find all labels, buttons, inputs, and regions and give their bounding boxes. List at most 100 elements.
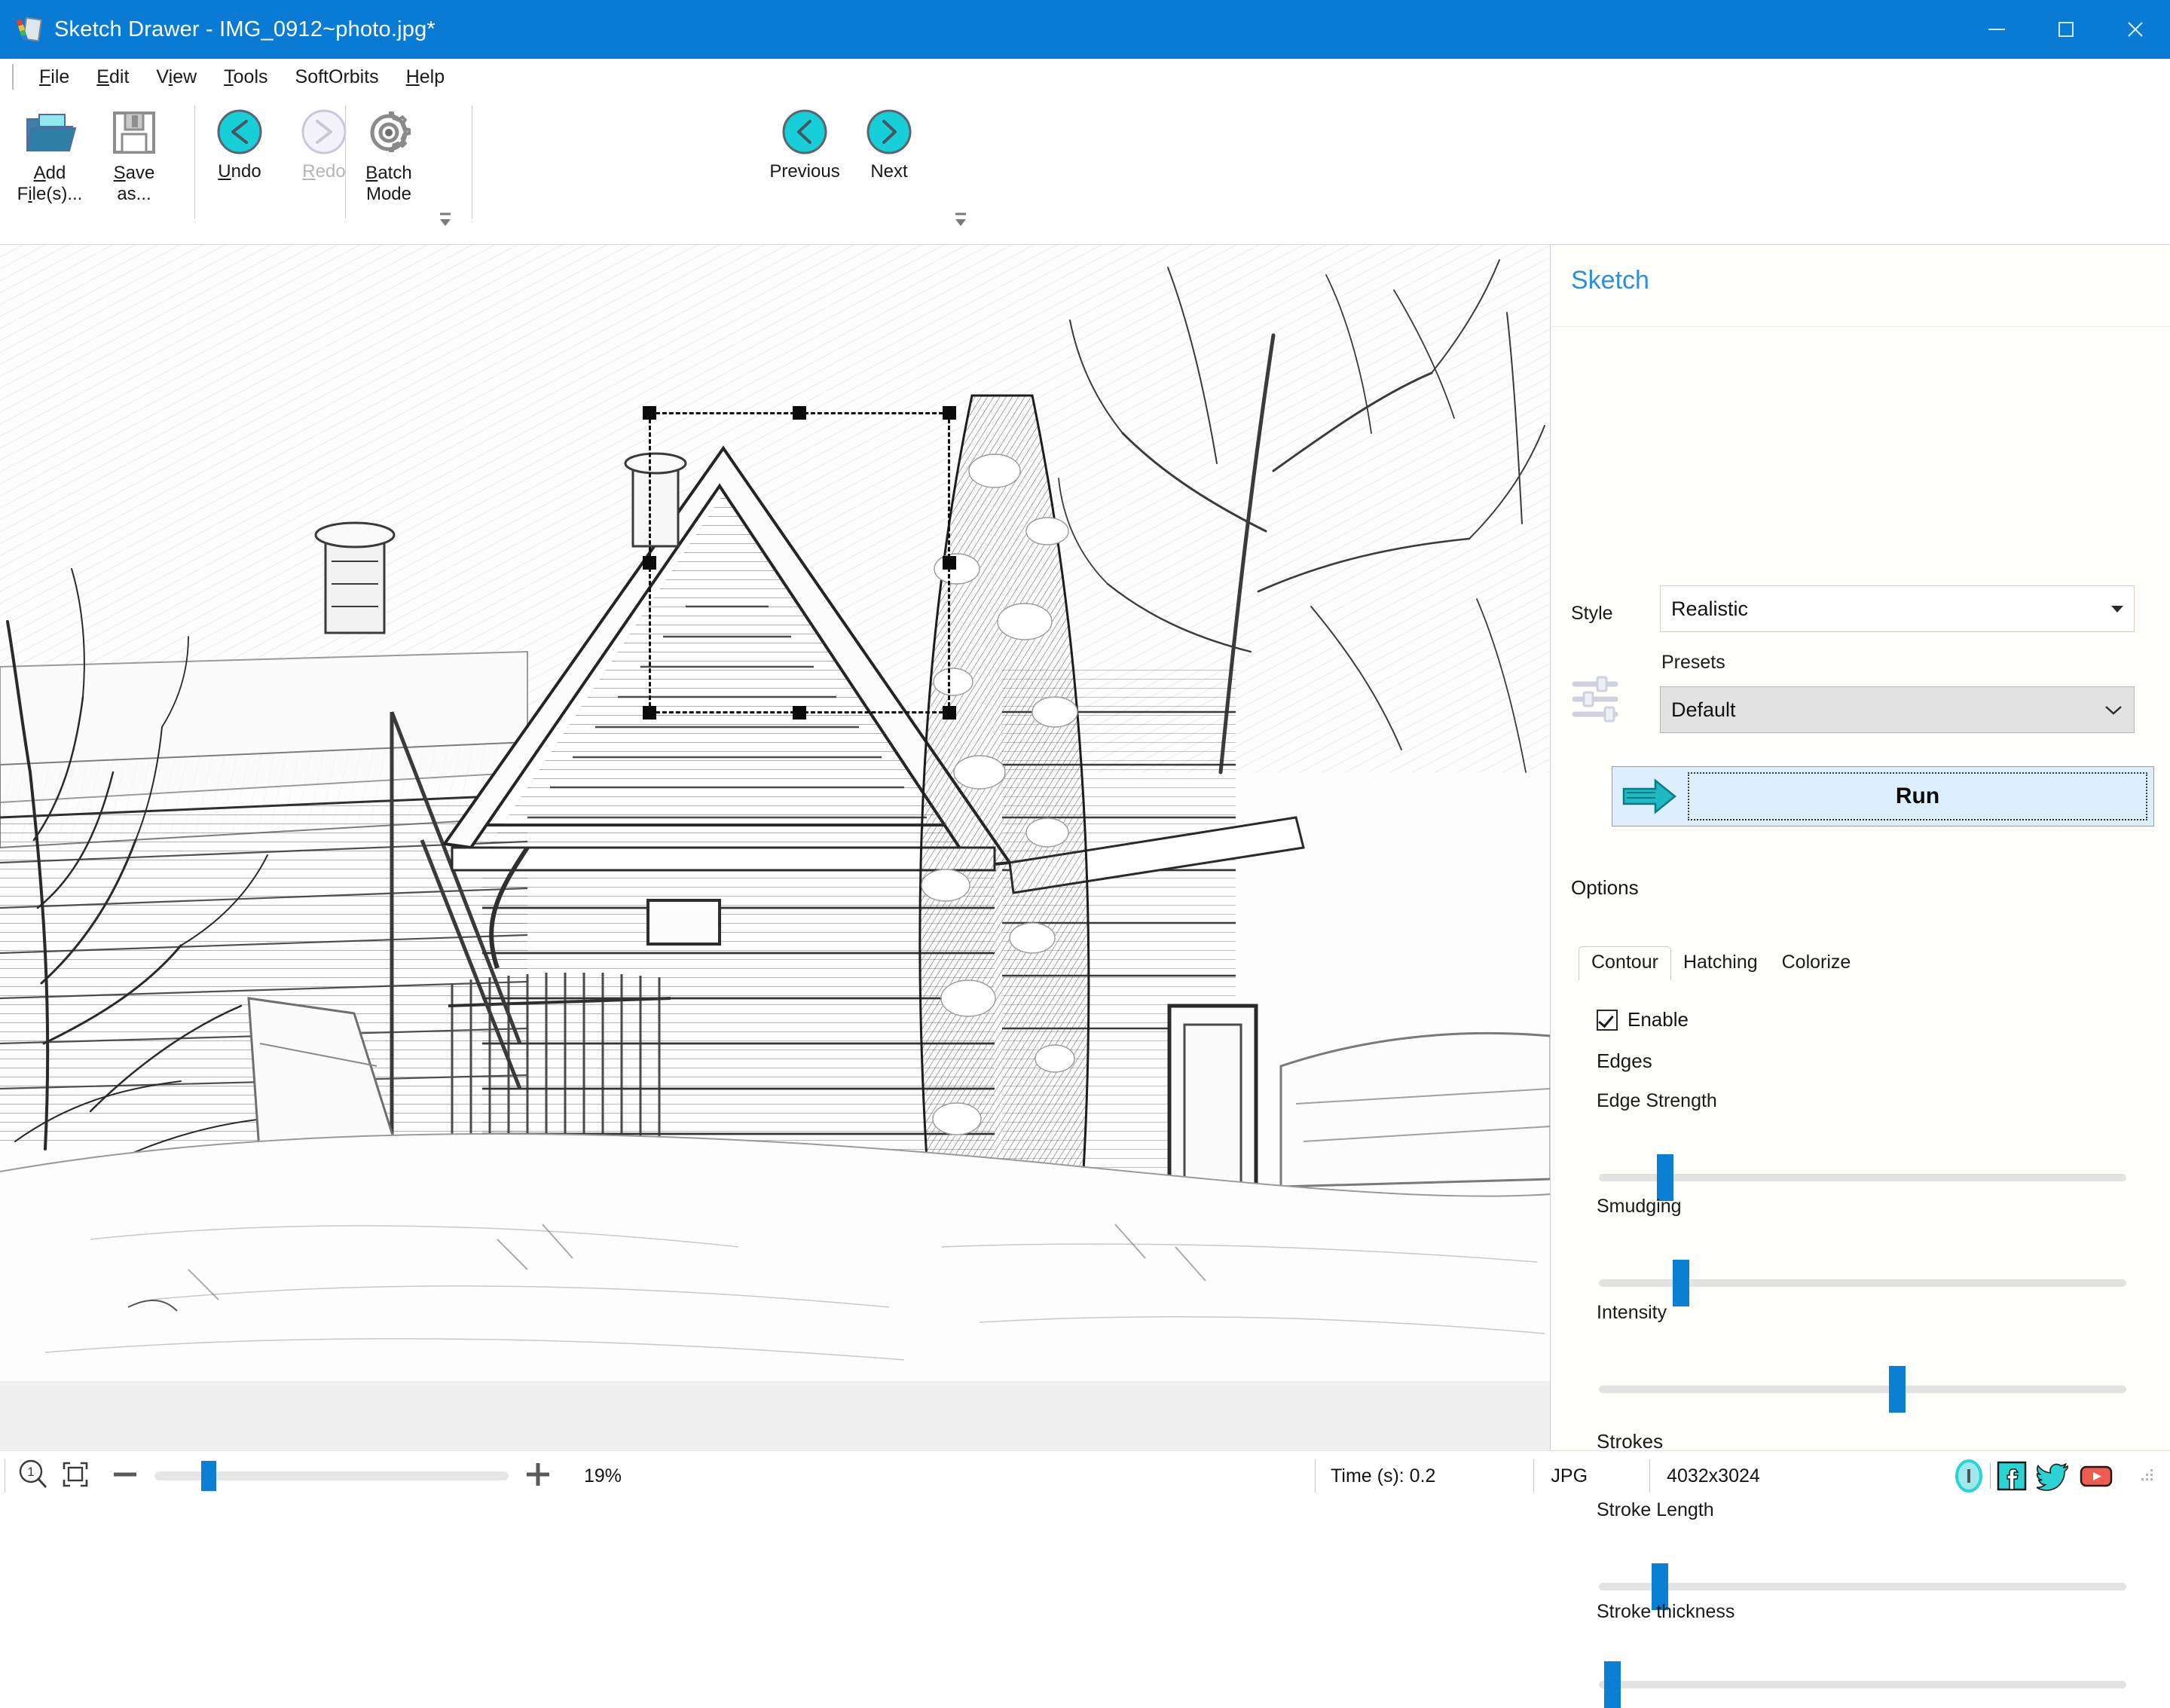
stroke-thickness-slider[interactable] <box>1599 1661 2126 1708</box>
toolbar-group-batch: Batch Mode <box>347 95 451 245</box>
sketch-options-panel: Sketch Style Realistic Presets Default R… <box>1551 245 2170 1708</box>
menu-softorbits[interactable]: SoftOrbits <box>282 64 393 90</box>
zoom-actual-size-icon: 1 <box>19 1459 47 1488</box>
undo-arrow-icon <box>217 109 262 154</box>
slider-track[interactable] <box>1599 1386 2126 1393</box>
menu-view[interactable]: View <box>142 64 210 90</box>
maximize-button[interactable] <box>2031 0 2101 59</box>
slider-track[interactable] <box>1599 1174 2126 1181</box>
open-folder-icon <box>26 114 77 151</box>
style-value: Realistic <box>1671 597 1749 620</box>
toolbar-group-file: Add File(s)... Save as... <box>8 95 176 245</box>
tab-hatching-label: Hatching <box>1683 952 1758 973</box>
batch-overflow-chevron-icon[interactable] <box>437 209 454 231</box>
minimize-button[interactable] <box>1962 0 2031 59</box>
next-button[interactable]: Next <box>847 95 931 231</box>
batch-mode-button[interactable]: Batch Mode <box>347 95 431 231</box>
run-arrow-icon <box>1612 778 1688 814</box>
previous-button[interactable]: Previous <box>763 95 847 231</box>
options-label: Options <box>1571 876 1639 899</box>
selection-handle-middle-right[interactable] <box>943 556 956 570</box>
title-bar: Sketch Drawer - IMG_0912~photo.jpg* <box>0 0 2170 59</box>
run-button[interactable]: Run <box>1688 772 2147 820</box>
redo-arrow-icon <box>301 109 347 154</box>
menu-drag-handle[interactable] <box>12 64 15 90</box>
presets-value: Default <box>1671 698 1736 721</box>
selection-handle-middle-left[interactable] <box>643 556 656 570</box>
smudging-slider[interactable] <box>1599 1260 2126 1306</box>
selection-handle-top-right[interactable] <box>943 406 956 420</box>
zoom-slider-thumb[interactable] <box>201 1461 216 1491</box>
toolbar-group-navigation: Previous Next <box>763 95 966 245</box>
info-button[interactable] <box>1951 1459 1986 1493</box>
edge-strength-label: Edge Strength <box>1597 1090 1717 1111</box>
youtube-button[interactable] <box>2079 1459 2113 1493</box>
facebook-button[interactable] <box>1994 1459 2029 1493</box>
selection-handle-top-left[interactable] <box>643 406 656 420</box>
slider-thumb[interactable] <box>1673 1260 1689 1306</box>
slider-track[interactable] <box>1599 1681 2126 1688</box>
menu-tools[interactable]: Tools <box>210 64 281 90</box>
twitter-button[interactable] <box>2036 1459 2071 1493</box>
tab-colorize-label: Colorize <box>1781 952 1851 973</box>
tab-hatching[interactable]: Hatching <box>1671 947 1770 980</box>
intensity-slider[interactable] <box>1599 1366 2126 1413</box>
chevron-down-icon <box>2105 706 2122 715</box>
close-button[interactable] <box>2101 0 2170 59</box>
slider-track[interactable] <box>1599 1583 2126 1590</box>
selection-handle-bottom-right[interactable] <box>943 706 956 720</box>
resize-grip-icon[interactable] <box>2137 1465 2156 1488</box>
stroke-length-label: Stroke Length <box>1597 1499 1714 1520</box>
checkmark-icon <box>1598 1011 1614 1028</box>
menu-file[interactable]: File <box>26 64 83 90</box>
fit-to-window-button[interactable] <box>58 1457 93 1496</box>
menu-view-label: ew <box>173 66 197 87</box>
zoom-in-button[interactable] <box>522 1459 554 1494</box>
stroke-length-slider[interactable] <box>1599 1563 2126 1610</box>
edge-strength-slider[interactable] <box>1599 1154 2126 1201</box>
plus-icon <box>527 1462 549 1486</box>
minus-icon <box>114 1472 136 1476</box>
info-icon <box>1955 1459 1982 1493</box>
slider-thumb[interactable] <box>1889 1366 1906 1413</box>
menu-bar: File Edit View Tools SoftOrbits Help <box>0 59 2170 95</box>
menu-help[interactable]: Help <box>393 64 458 90</box>
run-row: Run <box>1612 766 2154 827</box>
navigation-overflow-chevron-icon[interactable] <box>952 209 969 231</box>
presets-label: Presets <box>1661 652 1725 673</box>
menu-edit-label: dit <box>108 66 130 87</box>
previous-label: Previous <box>769 161 840 182</box>
save-as-button[interactable]: Save as... <box>92 95 176 231</box>
processing-time-label: Time (s): 0.2 <box>1331 1465 1436 1486</box>
enable-checkbox-row[interactable]: Enable <box>1597 1008 1689 1031</box>
status-divider <box>1649 1459 1651 1493</box>
slider-thumb[interactable] <box>1657 1154 1673 1201</box>
selection-handle-top-center[interactable] <box>793 406 806 420</box>
image-canvas[interactable] <box>0 245 1551 1450</box>
undo-button[interactable]: Undo <box>197 95 282 231</box>
twitter-icon <box>2036 1462 2068 1491</box>
selection-handle-bottom-center[interactable] <box>793 706 806 720</box>
enable-checkbox[interactable] <box>1597 1009 1618 1031</box>
selection-handle-bottom-left[interactable] <box>643 706 656 720</box>
tab-colorize[interactable]: Colorize <box>1770 947 1863 980</box>
run-label: Run <box>1895 784 1940 808</box>
zoom-actual-size-button[interactable]: 1 <box>16 1457 50 1496</box>
add-files-button[interactable]: Add File(s)... <box>8 95 92 231</box>
window-title: Sketch Drawer - IMG_0912~photo.jpg* <box>54 17 436 41</box>
slider-thumb[interactable] <box>1604 1661 1621 1708</box>
intensity-label: Intensity <box>1597 1302 1667 1323</box>
selection-marquee[interactable] <box>643 406 956 720</box>
menu-help-label: elp <box>419 66 445 87</box>
zoom-slider[interactable] <box>154 1461 509 1491</box>
file-format-label: JPG <box>1551 1465 1588 1486</box>
panel-divider <box>1551 326 2170 327</box>
zoom-out-button[interactable] <box>109 1459 141 1494</box>
image-dimensions-label: 4032x3024 <box>1667 1465 1760 1486</box>
presets-dropdown[interactable]: Default <box>1660 686 2135 733</box>
floppy-disk-icon <box>113 112 155 154</box>
menu-edit[interactable]: Edit <box>83 64 142 90</box>
tab-contour[interactable]: Contour <box>1579 946 1671 980</box>
style-dropdown[interactable]: Realistic <box>1660 585 2135 632</box>
chevron-left-circle-icon <box>782 109 827 154</box>
